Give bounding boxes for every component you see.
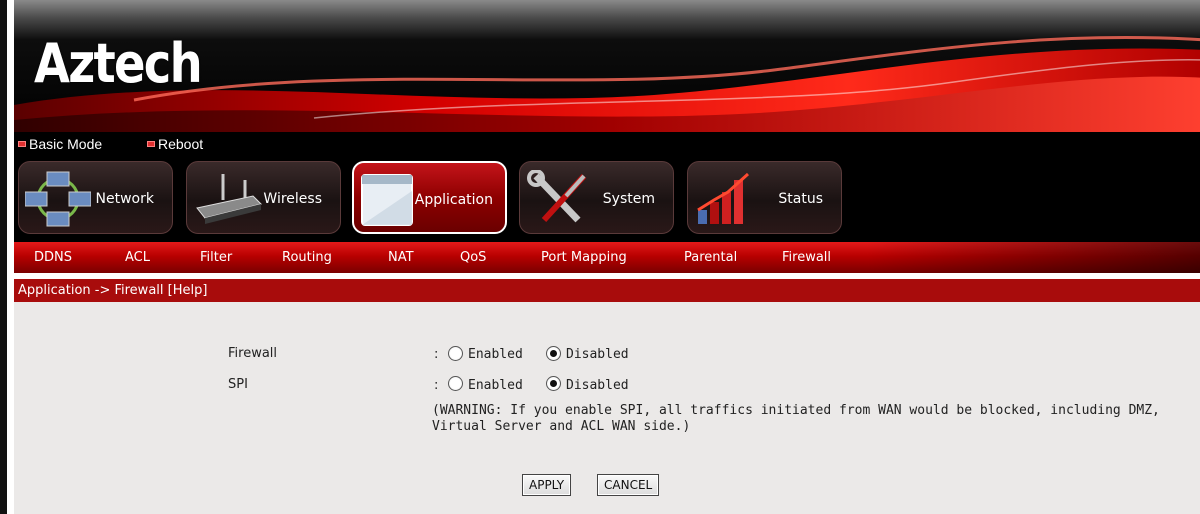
- reboot-link[interactable]: Reboot: [147, 136, 203, 152]
- subnav-shade: [867, 242, 1200, 273]
- aztech-logo: Aztech: [34, 32, 203, 95]
- subtab-qos[interactable]: QoS: [460, 250, 486, 265]
- subtab-filter[interactable]: Filter: [200, 250, 232, 265]
- bar-chart-icon: [697, 172, 750, 224]
- firewall-disabled-label[interactable]: Disabled: [566, 347, 629, 362]
- basic-mode-link[interactable]: Basic Mode: [18, 136, 102, 152]
- nav-wireless-label: Wireless: [263, 191, 322, 207]
- spi-warning-text: (WARNING: If you enable SPI, all traffic…: [432, 403, 1160, 434]
- firewall-settings-panel: Firewall : Enabled Disabled SPI : Enable…: [14, 302, 1200, 514]
- spi-enabled-label[interactable]: Enabled: [468, 378, 523, 393]
- nav-system-label: System: [602, 191, 655, 207]
- nav-status-button[interactable]: Status: [687, 161, 842, 234]
- subtab-port-mapping[interactable]: Port Mapping: [541, 250, 627, 265]
- cancel-button[interactable]: CANCEL: [597, 474, 660, 496]
- breadcrumb-bar: Application -> Firewall [Help]: [14, 279, 1200, 302]
- firewall-enabled-radio[interactable]: [448, 346, 463, 361]
- apply-button[interactable]: APPLY: [522, 474, 572, 496]
- spi-colon: :: [434, 378, 439, 393]
- subtab-firewall[interactable]: Firewall: [782, 250, 831, 265]
- router-admin-page: Aztech Basic Mode Reboot Network Wireles…: [0, 0, 1200, 514]
- bullet-square-icon: [18, 141, 26, 147]
- spi-label: SPI: [228, 377, 248, 392]
- basic-mode-label: Basic Mode: [29, 136, 103, 152]
- application-subnav: DDNS ACL Filter Routing NAT QoS Port Map…: [14, 242, 1200, 273]
- firewall-enabled-label[interactable]: Enabled: [468, 347, 523, 362]
- nav-network-label: Network: [95, 191, 154, 207]
- reboot-label: Reboot: [158, 136, 204, 152]
- nav-status-label: Status: [778, 191, 823, 207]
- subtab-acl[interactable]: ACL: [125, 250, 150, 265]
- breadcrumb-path: Application -> Firewall: [18, 283, 164, 298]
- subtab-nat[interactable]: NAT: [388, 250, 414, 265]
- subtab-routing[interactable]: Routing: [282, 250, 332, 265]
- subtab-ddns[interactable]: DDNS: [34, 250, 72, 265]
- nav-network-button[interactable]: Network: [18, 161, 173, 234]
- router-icon: [196, 174, 262, 224]
- spi-enabled-radio[interactable]: [448, 376, 463, 391]
- nav-application-label: Application: [414, 192, 493, 208]
- main-navigation: Network Wireless Application System Stat…: [14, 158, 1200, 242]
- firewall-disabled-radio[interactable]: [546, 346, 561, 361]
- application-window-icon: [361, 174, 413, 226]
- top-links-bar: Basic Mode Reboot: [14, 132, 1200, 158]
- nav-application-button[interactable]: Application: [352, 161, 507, 234]
- spi-disabled-radio[interactable]: [546, 376, 561, 391]
- network-icon: [25, 171, 91, 227]
- nav-system-button[interactable]: System: [519, 161, 674, 234]
- bullet-square-icon: [147, 141, 155, 147]
- firewall-label: Firewall: [228, 346, 278, 361]
- nav-wireless-button[interactable]: Wireless: [186, 161, 341, 234]
- header-banner: Aztech: [14, 0, 1200, 132]
- spi-disabled-label[interactable]: Disabled: [566, 378, 629, 393]
- firewall-colon: :: [434, 347, 439, 362]
- subtab-parental[interactable]: Parental: [684, 250, 737, 265]
- breadcrumb: Application -> Firewall [Help]: [18, 283, 207, 298]
- tools-icon: [527, 170, 587, 223]
- help-link[interactable]: [Help]: [168, 283, 208, 298]
